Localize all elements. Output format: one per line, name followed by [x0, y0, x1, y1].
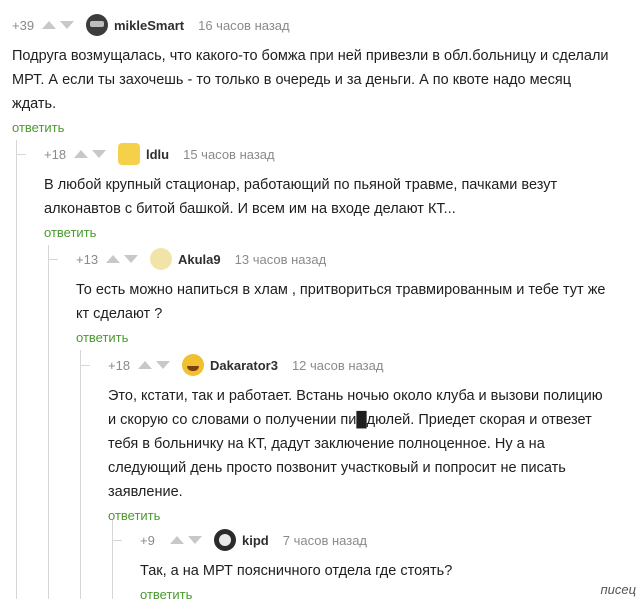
- username[interactable]: Akula9: [178, 252, 221, 267]
- vote-controls: [42, 21, 74, 29]
- upvote-arrow-icon[interactable]: [106, 255, 120, 263]
- comment-meta: +13 Akula9 13 часов назад: [76, 248, 636, 270]
- thread-line-3: [80, 350, 81, 599]
- downvote-arrow-icon[interactable]: [188, 536, 202, 544]
- comment-time: 16 часов назад: [198, 17, 290, 33]
- comment-rating: +9: [140, 532, 155, 548]
- comment-line: Подруга возмущалась, что какого-то бомжа…: [12, 48, 609, 64]
- avatar[interactable]: [118, 143, 140, 165]
- comment-time: 12 часов назад: [291, 357, 384, 373]
- thread-branch: [80, 365, 90, 366]
- thread-line-1: [16, 140, 17, 599]
- username[interactable]: kipd: [242, 533, 269, 548]
- comment-line: следующий день просто позвонит участковы…: [108, 460, 566, 476]
- thread-branch: [48, 259, 58, 260]
- reply-link[interactable]: ответить: [140, 587, 192, 599]
- comment-line: Так, а на МРТ поясничного отдела где сто…: [140, 563, 453, 579]
- watermark: писец: [600, 582, 636, 597]
- comment-line: В любой крупный стационар, работающий по…: [44, 177, 558, 193]
- downvote-arrow-icon[interactable]: [92, 150, 106, 158]
- comment-line: и скорую со словами о получении пи█дюлей…: [108, 412, 592, 428]
- comment-line: заявление.: [108, 484, 183, 500]
- comment-ldlu: +18 ldlu 15 часов назад В любой крупный …: [44, 143, 634, 242]
- upvote-arrow-icon[interactable]: [42, 21, 56, 29]
- comment-meta: +18 Dakarator3 12 часов назад: [108, 354, 636, 376]
- downvote-arrow-icon[interactable]: [124, 255, 138, 263]
- upvote-arrow-icon[interactable]: [138, 361, 152, 369]
- reply-link[interactable]: ответить: [12, 120, 64, 135]
- thread-line-4: [112, 520, 113, 599]
- comment-dakarator3: +18 Dakarator3 12 часов назад Это, кстат…: [108, 354, 636, 525]
- comment-rating: +18: [108, 357, 131, 373]
- reply-link[interactable]: ответить: [76, 330, 128, 345]
- vote-controls: [106, 255, 138, 263]
- comment-line: То есть можно напиться в хлам , притвори…: [76, 282, 606, 298]
- comment-rating: +13: [76, 251, 99, 267]
- upvote-arrow-icon[interactable]: [74, 150, 88, 158]
- comment-line: алконавтов с битой башкой. И всем им на …: [44, 201, 456, 217]
- comment-text: Так, а на МРТ поясничного отдела где сто…: [140, 559, 580, 583]
- comment-akula9: +13 Akula9 13 часов назад То есть можно …: [76, 248, 636, 347]
- comment-time: 13 часов назад: [234, 251, 327, 267]
- username[interactable]: Dakarator3: [210, 358, 278, 373]
- avatar[interactable]: [182, 354, 204, 376]
- comment-rating: +39: [12, 17, 35, 33]
- thread-branch: [16, 154, 26, 155]
- comment-text: Подруга возмущалась, что какого-то бомжа…: [12, 44, 632, 116]
- comment-mikleSmart: +39 mikleSmart 16 часов назад Подруга во…: [12, 14, 632, 137]
- comment-kipd: +9 kipd 7 часов назад Так, а на МРТ пояс…: [140, 529, 580, 599]
- reply-link[interactable]: ответить: [44, 225, 96, 240]
- comment-line: МРТ. А если ты захочешь - то только в оч…: [12, 72, 572, 88]
- comment-text: Это, кстати, так и работает. Встань ночь…: [108, 384, 636, 504]
- vote-controls: [170, 536, 202, 544]
- comment-meta: +9 kipd 7 часов назад: [140, 529, 580, 551]
- comment-text: В любой крупный стационар, работающий по…: [44, 173, 634, 221]
- comment-time: 7 часов назад: [282, 532, 368, 548]
- comment-meta: +18 ldlu 15 часов назад: [44, 143, 634, 165]
- upvote-arrow-icon[interactable]: [170, 536, 184, 544]
- comment-time: 15 часов назад: [183, 146, 275, 162]
- downvote-arrow-icon[interactable]: [156, 361, 170, 369]
- comment-text: То есть можно напиться в хлам , притвори…: [76, 278, 636, 326]
- vote-controls: [74, 150, 106, 158]
- downvote-arrow-icon[interactable]: [60, 21, 74, 29]
- avatar[interactable]: [150, 248, 172, 270]
- thread-line-2: [48, 245, 49, 599]
- comment-line: кт сделают ?: [76, 306, 163, 322]
- username[interactable]: mikleSmart: [114, 18, 184, 33]
- username[interactable]: ldlu: [146, 147, 169, 162]
- vote-controls: [138, 361, 170, 369]
- avatar[interactable]: [86, 14, 108, 36]
- avatar[interactable]: [214, 529, 236, 551]
- comment-line: Это, кстати, так и работает. Встань ночь…: [108, 388, 603, 404]
- comment-line: тебя в больничку на КТ, дадут заключение…: [108, 436, 545, 452]
- comment-rating: +18: [44, 146, 67, 162]
- comment-line: ждать.: [12, 96, 57, 112]
- comment-meta: +39 mikleSmart 16 часов назад: [12, 14, 632, 36]
- reply-link[interactable]: ответить: [108, 508, 160, 523]
- thread-branch: [112, 540, 122, 541]
